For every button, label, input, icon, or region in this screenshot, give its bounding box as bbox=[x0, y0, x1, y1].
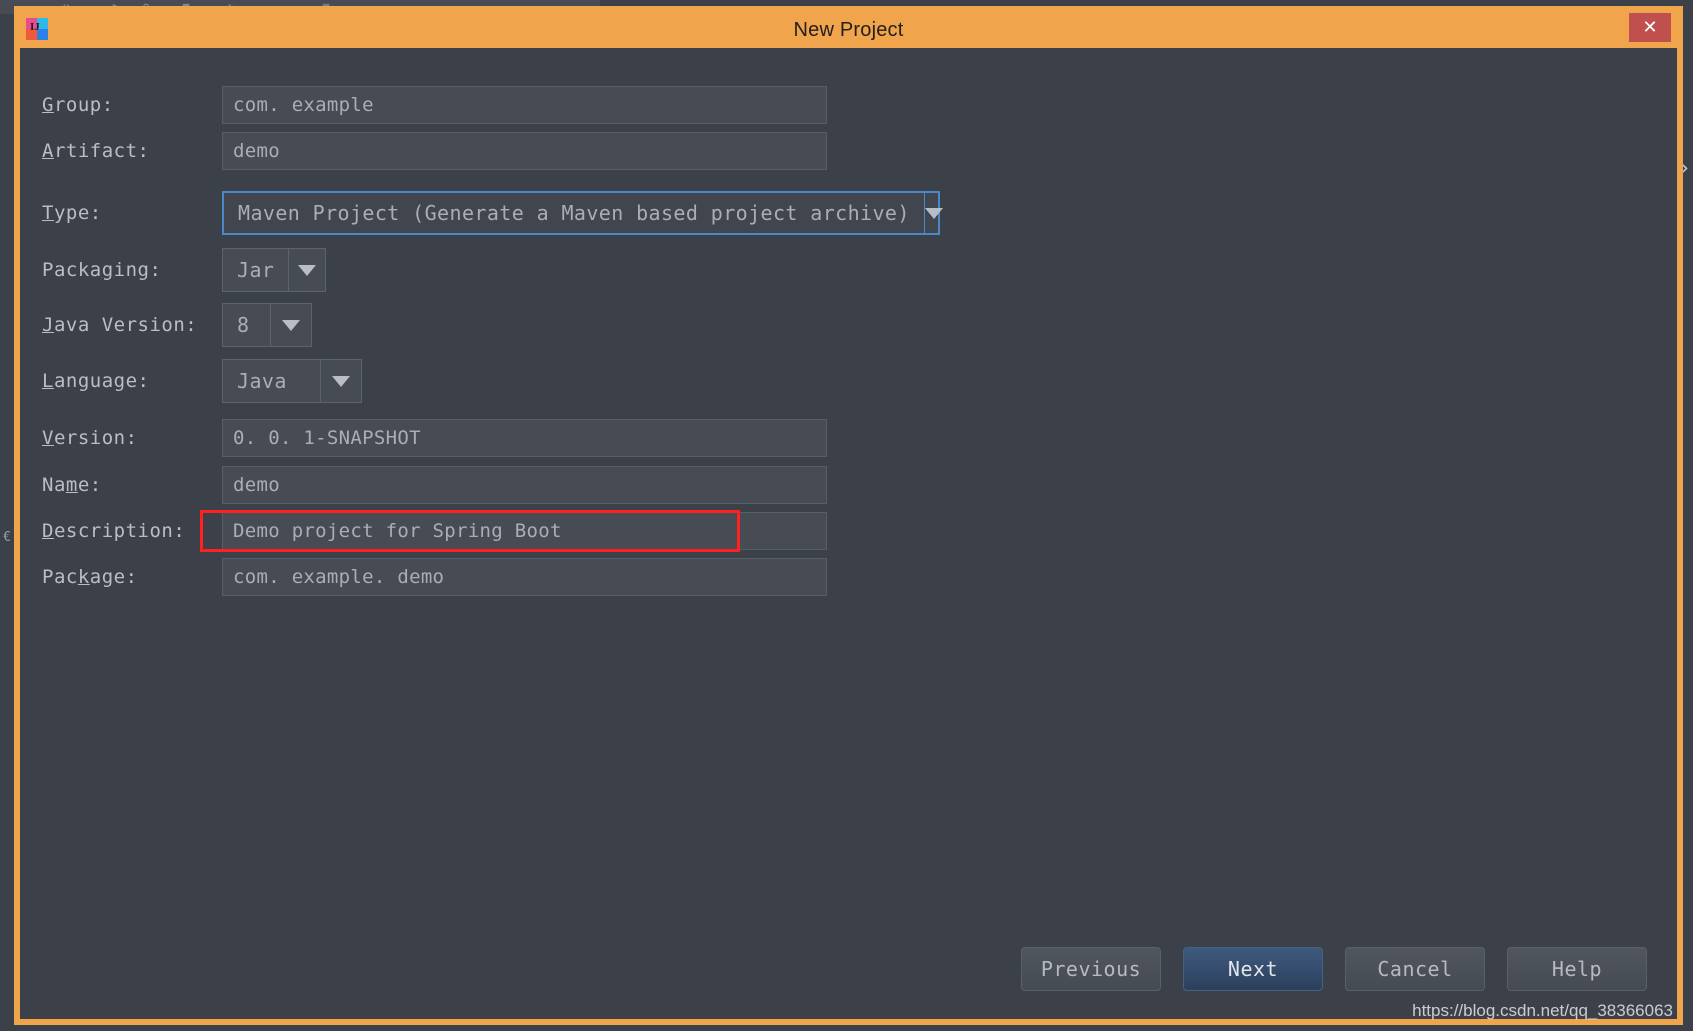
label-type: Type: bbox=[42, 202, 102, 224]
dialog-titlebar: IJ New Project ✕ bbox=[20, 12, 1677, 48]
label-group: Group: bbox=[42, 94, 114, 116]
packaging-combobox-value: Jar bbox=[237, 258, 275, 282]
language-combobox[interactable]: Java bbox=[222, 359, 362, 403]
intellij-idea-icon: IJ bbox=[26, 18, 48, 40]
type-combobox[interactable]: Maven Project (Generate a Maven based pr… bbox=[222, 191, 943, 235]
description-input[interactable]: Demo project for Spring Boot bbox=[222, 512, 827, 550]
chevron-down-icon[interactable] bbox=[288, 249, 325, 291]
version-input[interactable]: 0. 0. 1-SNAPSHOT bbox=[222, 419, 827, 457]
group-input[interactable]: com. example bbox=[222, 86, 827, 124]
form-row-version: Version: 0. 0. 1-SNAPSHOT bbox=[42, 419, 827, 457]
form-row-packaging: Packaging: Jar bbox=[42, 246, 326, 294]
form-row-group: Group: com. example bbox=[42, 86, 827, 124]
form-row-language: Language: Java bbox=[42, 357, 362, 405]
label-name: Name: bbox=[42, 474, 102, 496]
label-language: Language: bbox=[42, 370, 150, 392]
form-row-type: Type: Maven Project (Generate a Maven ba… bbox=[42, 188, 943, 238]
type-combobox-value: Maven Project (Generate a Maven based pr… bbox=[238, 201, 910, 225]
label-description: Description: bbox=[42, 520, 186, 542]
form-row-name: Name: demo bbox=[42, 466, 827, 504]
chevron-down-icon[interactable] bbox=[923, 193, 943, 233]
next-button[interactable]: Next bbox=[1183, 947, 1323, 991]
watermark-text: https://blog.csdn.net/qq_38366063 bbox=[1412, 1001, 1673, 1020]
packaging-combobox[interactable]: Jar bbox=[222, 248, 326, 292]
dialog-footer: Previous Next Cancel Help bbox=[1021, 947, 1647, 991]
ide-left-sidebar: € bbox=[0, 14, 14, 1031]
label-package: Package: bbox=[42, 566, 138, 588]
label-artifact: Artifact: bbox=[42, 140, 150, 162]
chevron-down-icon[interactable] bbox=[320, 360, 361, 402]
java-version-combobox[interactable]: 8 bbox=[222, 303, 312, 347]
chevron-down-icon[interactable] bbox=[270, 304, 311, 346]
artifact-input[interactable]: demo bbox=[222, 132, 827, 170]
project-tool-window-icon[interactable]: € bbox=[0, 530, 14, 545]
previous-button[interactable]: Previous bbox=[1021, 947, 1161, 991]
help-button[interactable]: Help bbox=[1507, 947, 1647, 991]
form-row-package: Package: com. example. demo bbox=[42, 558, 827, 596]
form-row-java-version: Java Version: 8 bbox=[42, 301, 312, 349]
form-row-description: Description: Demo project for Spring Boo… bbox=[42, 512, 827, 550]
java-version-combobox-value: 8 bbox=[237, 313, 250, 337]
close-button[interactable]: ✕ bbox=[1629, 13, 1671, 42]
cancel-button[interactable]: Cancel bbox=[1345, 947, 1485, 991]
label-packaging: Packaging: bbox=[42, 259, 162, 281]
dialog-title: New Project bbox=[793, 18, 904, 41]
name-input[interactable]: demo bbox=[222, 466, 827, 504]
ide-right-sidebar bbox=[1683, 0, 1693, 1031]
new-project-dialog: IJ New Project ✕ Group: com. example Art… bbox=[14, 6, 1683, 1025]
form-row-artifact: Artifact: demo bbox=[42, 132, 827, 170]
package-input[interactable]: com. example. demo bbox=[222, 558, 827, 596]
label-java-version: Java Version: bbox=[42, 314, 198, 336]
language-combobox-value: Java bbox=[237, 369, 287, 393]
label-version: Version: bbox=[42, 427, 138, 449]
dialog-body: Group: com. example Artifact: demo Type:… bbox=[20, 48, 1677, 1020]
